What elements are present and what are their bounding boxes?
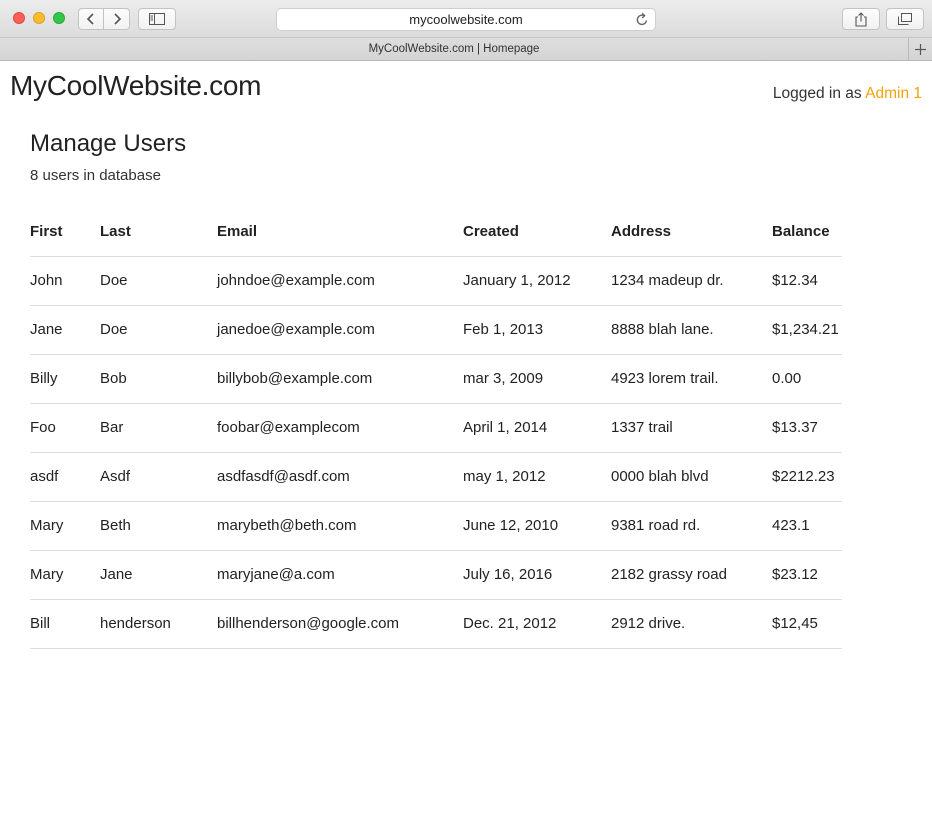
chevron-left-icon	[86, 13, 94, 25]
cell-email: billybob@example.com	[217, 354, 463, 404]
share-icon	[855, 11, 867, 27]
sidebar-icon	[149, 13, 165, 25]
cell-address: 2182 grassy road	[611, 550, 772, 600]
cell-first: Mary	[30, 550, 100, 600]
cell-created: June 12, 2010	[463, 501, 611, 551]
page-title: Manage Users	[30, 130, 187, 157]
column-header-address: Address	[611, 207, 772, 257]
cell-created: January 1, 2012	[463, 256, 611, 306]
cell-balance: 0.00	[772, 354, 842, 404]
table-row: Jane Doe janedoe@example.com Feb 1, 2013…	[30, 305, 842, 355]
cell-last: Bar	[100, 403, 217, 453]
chevron-right-icon	[113, 13, 121, 25]
address-url: mycoolwebsite.com	[409, 12, 523, 27]
cell-balance: $1,234.21	[772, 305, 842, 355]
cell-last: Jane	[100, 550, 217, 600]
table-row: Billy Bob billybob@example.com mar 3, 20…	[30, 354, 842, 404]
table-row: Mary Beth marybeth@beth.com June 12, 201…	[30, 501, 842, 551]
column-header-balance: Balance	[772, 207, 842, 257]
cell-first: Mary	[30, 501, 100, 551]
cell-first: Jane	[30, 305, 100, 355]
cell-address: 8888 blah lane.	[611, 305, 772, 355]
cell-email: foobar@examplecom	[217, 403, 463, 453]
cell-email: janedoe@example.com	[217, 305, 463, 355]
tabs-overview-icon	[898, 13, 912, 25]
current-user-link[interactable]: Admin 1	[865, 85, 922, 102]
cell-email: maryjane@a.com	[217, 550, 463, 600]
cell-balance: $2212.23	[772, 452, 842, 502]
new-tab-button[interactable]	[908, 38, 932, 60]
table-header-row: First Last Email Created Address Balance	[30, 207, 842, 257]
cell-email: johndoe@example.com	[217, 256, 463, 306]
cell-last: Doe	[100, 256, 217, 306]
cell-email: billhenderson@google.com	[217, 599, 463, 649]
cell-last: Asdf	[100, 452, 217, 502]
table-row: John Doe johndoe@example.com January 1, …	[30, 256, 842, 306]
cell-first: Foo	[30, 403, 100, 453]
forward-button[interactable]	[104, 8, 130, 30]
column-header-created: Created	[463, 207, 611, 257]
cell-email: asdfasdf@asdf.com	[217, 452, 463, 502]
plus-icon	[915, 43, 926, 55]
cell-first: John	[30, 256, 100, 306]
cell-balance: 423.1	[772, 501, 842, 551]
cell-last: henderson	[100, 599, 217, 649]
cell-created: July 16, 2016	[463, 550, 611, 600]
sidebar-toggle-button[interactable]	[138, 8, 176, 30]
table-row: asdf Asdf asdfasdf@asdf.com may 1, 2012 …	[30, 452, 842, 502]
minimize-window-button[interactable]	[33, 12, 45, 24]
cell-created: April 1, 2014	[463, 403, 611, 453]
cell-email: marybeth@beth.com	[217, 501, 463, 551]
cell-address: 0000 blah blvd	[611, 452, 772, 502]
column-header-email: Email	[217, 207, 463, 257]
share-button[interactable]	[842, 8, 880, 30]
table-row: Bill henderson billhenderson@google.com …	[30, 599, 842, 649]
browser-toolbar: mycoolwebsite.com	[0, 0, 932, 38]
cell-address: 9381 road rd.	[611, 501, 772, 551]
cell-address: 4923 lorem trail.	[611, 354, 772, 404]
cell-balance: $23.12	[772, 550, 842, 600]
cell-balance: $13.37	[772, 403, 842, 453]
cell-first: Bill	[30, 599, 100, 649]
logged-in-label: Logged in as	[772, 85, 862, 102]
cell-created: Dec. 21, 2012	[463, 599, 611, 649]
cell-address: 1234 madeup dr.	[611, 256, 772, 306]
user-count: 8 users in database	[30, 167, 161, 184]
tab-bar: MyCoolWebsite.com | Homepage	[0, 38, 932, 61]
close-window-button[interactable]	[13, 12, 25, 24]
site-logo[interactable]: MyCoolWebsite.com	[10, 70, 261, 102]
reload-button[interactable]	[635, 12, 649, 30]
login-status: Logged in as Admin 1	[773, 85, 922, 103]
users-table: First Last Email Created Address Balance…	[30, 207, 842, 649]
cell-last: Doe	[100, 305, 217, 355]
column-header-last: Last	[100, 207, 217, 257]
reload-icon	[636, 12, 648, 26]
cell-first: asdf	[30, 452, 100, 502]
cell-last: Beth	[100, 501, 217, 551]
cell-last: Bob	[100, 354, 217, 404]
table-row: Mary Jane maryjane@a.com July 16, 2016 2…	[30, 550, 842, 600]
tab-homepage[interactable]: MyCoolWebsite.com | Homepage	[0, 38, 908, 60]
cell-address: 2912 drive.	[611, 599, 772, 649]
show-tabs-button[interactable]	[886, 8, 924, 30]
cell-created: Feb 1, 2013	[463, 305, 611, 355]
cell-balance: $12,45	[772, 599, 842, 649]
back-button[interactable]	[78, 8, 104, 30]
cell-created: mar 3, 2009	[463, 354, 611, 404]
cell-first: Billy	[30, 354, 100, 404]
cell-address: 1337 trail	[611, 403, 772, 453]
address-bar[interactable]: mycoolwebsite.com	[276, 8, 656, 31]
cell-created: may 1, 2012	[463, 452, 611, 502]
table-row: Foo Bar foobar@examplecom April 1, 2014 …	[30, 403, 842, 453]
column-header-first: First	[30, 207, 100, 257]
zoom-window-button[interactable]	[53, 12, 65, 24]
cell-balance: $12.34	[772, 256, 842, 306]
